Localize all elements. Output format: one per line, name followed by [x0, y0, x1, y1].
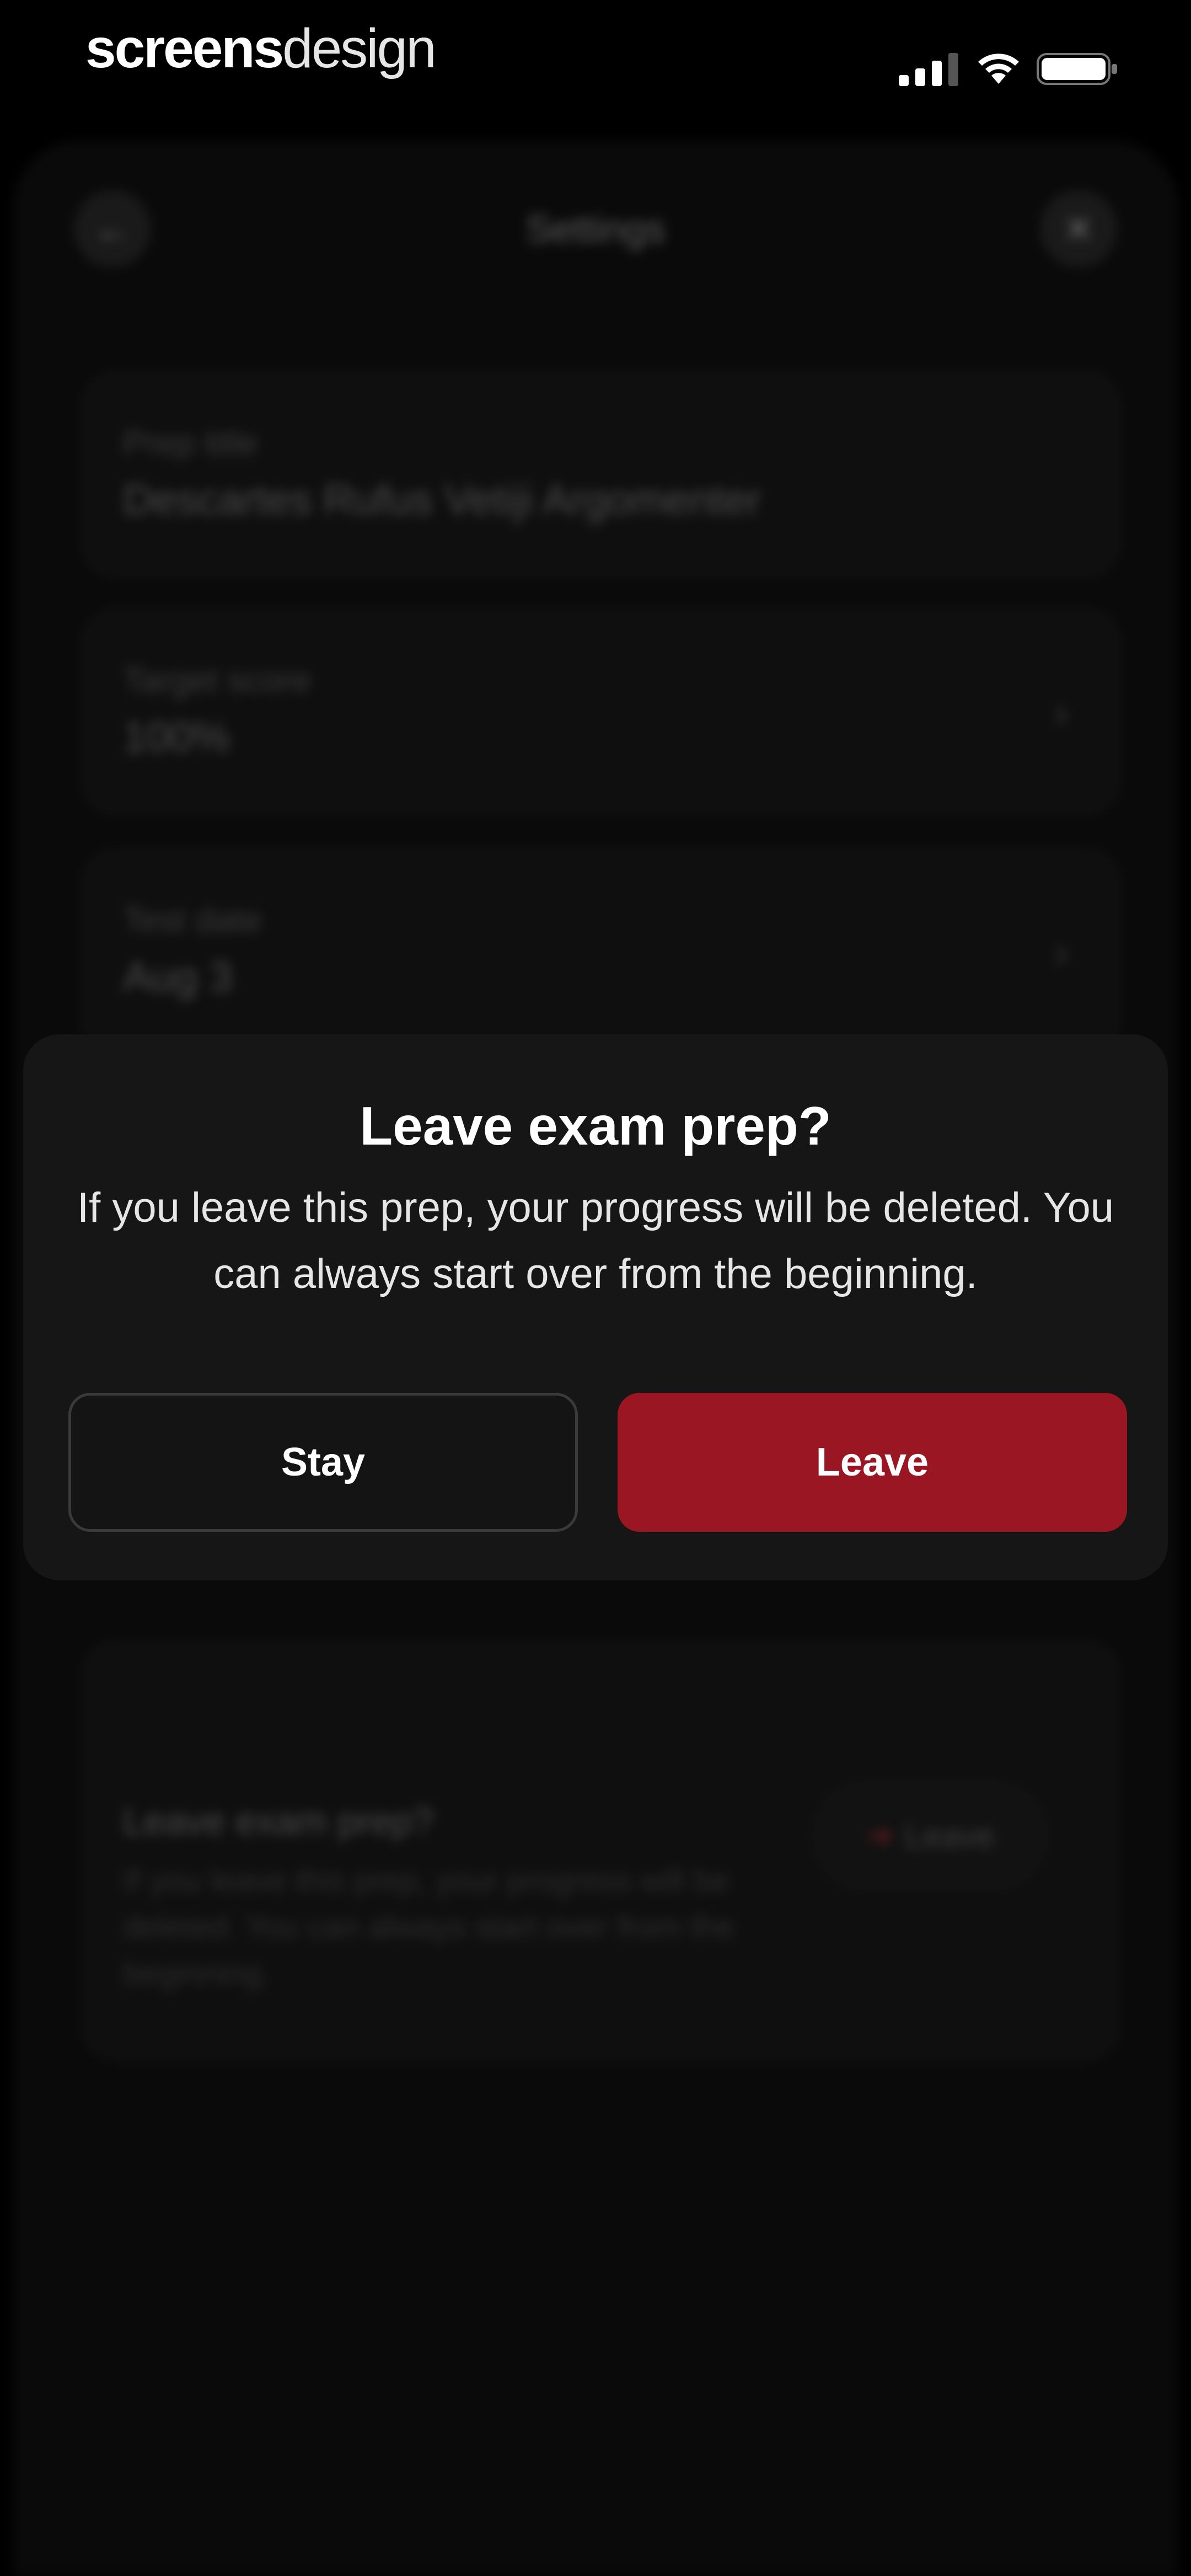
test-date-field[interactable]: Test date Aug 3 › — [83, 849, 1119, 1054]
prep-title-field[interactable]: Prep title Descartes Rufus Vetiji Argome… — [83, 372, 1119, 576]
leave-button-label: Leave — [816, 1440, 929, 1484]
leave-card-button[interactable]: ➜ Leave — [814, 1783, 1046, 1888]
exit-icon: ➜ — [866, 1817, 894, 1854]
dialog-message: If you leave this prep, your progress wi… — [77, 1184, 1114, 1297]
cellular-signal-icon — [899, 53, 958, 86]
status-bar: screensdesign — [0, 0, 1191, 121]
close-button[interactable]: ✕ — [1040, 190, 1117, 268]
close-icon: ✕ — [1063, 208, 1094, 249]
brand-logo-part2: design — [282, 18, 437, 79]
stay-button-label: Stay — [281, 1440, 366, 1484]
leave-card-body: If you leave this prep, your progress wi… — [123, 1863, 735, 1991]
battery-icon — [1037, 53, 1117, 85]
leave-card-button-label: Leave — [904, 1817, 995, 1854]
brand-logo-part1: screens — [85, 18, 284, 79]
brand-logo: screensdesign — [85, 18, 437, 79]
target-score-field[interactable]: Target score 100% › — [83, 610, 1119, 814]
field-value: 100% — [123, 714, 230, 761]
field-value: Descartes Rufus Vetiji Argomenter — [123, 477, 761, 523]
leave-button[interactable]: Leave — [618, 1393, 1127, 1532]
field-label: Prep title — [123, 424, 258, 462]
chevron-right-icon: › — [1054, 689, 1068, 736]
chevron-right-icon: › — [1054, 929, 1068, 976]
dialog-title: Leave exam prep? — [360, 1095, 831, 1156]
sheet-title: Settings — [525, 207, 666, 250]
sheet-header: ← Settings ✕ — [13, 141, 1178, 317]
field-label: Target score — [123, 661, 312, 699]
field-value: Aug 3 — [123, 954, 233, 1001]
leave-confirmation-dialog: Leave exam prep? If you leave this prep,… — [23, 1034, 1168, 1580]
wifi-icon — [978, 54, 1019, 84]
stay-button[interactable]: Stay — [68, 1393, 578, 1532]
leave-prep-card: Leave exam prep? If you leave this prep,… — [83, 1641, 1119, 2060]
leave-card-title: Leave exam prep? — [123, 1800, 434, 1842]
field-label: Test date — [123, 901, 262, 939]
